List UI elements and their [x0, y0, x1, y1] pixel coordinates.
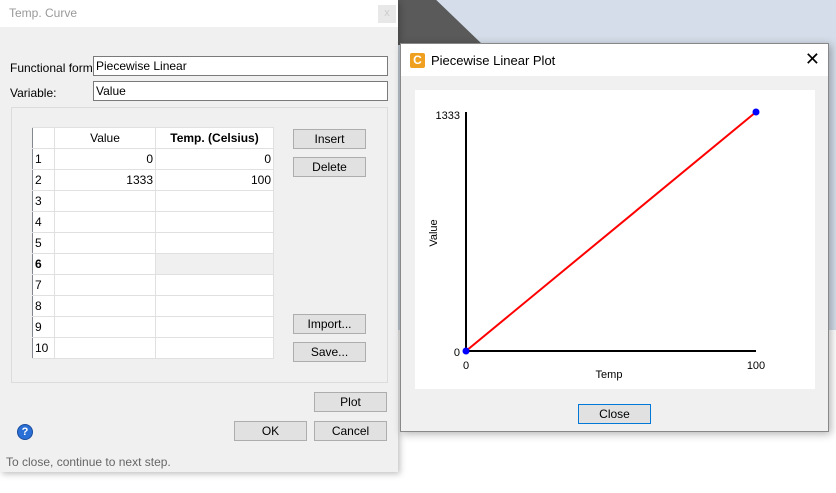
- row-number[interactable]: 9: [32, 316, 55, 338]
- save-button[interactable]: Save...: [293, 342, 366, 362]
- y-tick-max: 1333: [436, 110, 460, 122]
- table-header: Value Temp. (Celsius): [32, 127, 274, 149]
- table-row: 8: [32, 295, 274, 317]
- status-text: To close, continue to next step.: [6, 455, 171, 469]
- temp-cell[interactable]: 0: [155, 148, 274, 170]
- plot-area: 1333 0 0 100 Temp Value: [415, 90, 815, 389]
- temp-cell[interactable]: 100: [155, 169, 274, 191]
- x-tick-min: 0: [463, 360, 469, 372]
- column-header-value[interactable]: Value: [54, 127, 156, 149]
- plot-dialog-title: Piecewise Linear Plot: [431, 53, 556, 68]
- close-icon[interactable]: ✕: [805, 49, 820, 69]
- row-number[interactable]: 10: [32, 337, 55, 359]
- table-row: 4: [32, 211, 274, 233]
- ok-button[interactable]: OK: [234, 421, 307, 441]
- x-tick-max: 100: [747, 360, 765, 372]
- functional-form-field[interactable]: Piecewise Linear: [93, 56, 388, 76]
- delete-button[interactable]: Delete: [293, 157, 366, 177]
- temp-cell[interactable]: [155, 295, 274, 317]
- app-icon: C: [410, 53, 425, 68]
- temp-cell[interactable]: [155, 232, 274, 254]
- value-cell[interactable]: 0: [54, 148, 156, 170]
- table-row: 10: [32, 337, 274, 359]
- table-row: 2 1333 100: [32, 169, 274, 191]
- column-header-temp[interactable]: Temp. (Celsius): [155, 127, 274, 149]
- temp-curve-dialog: Temp. Curve x Functional form: Piecewise…: [0, 0, 398, 472]
- temp-cell[interactable]: [155, 190, 274, 212]
- row-number-header: [32, 127, 55, 149]
- functional-form-label: Functional form:: [10, 61, 97, 75]
- temp-cell[interactable]: [155, 337, 274, 359]
- x-axis-label: Temp: [596, 369, 623, 381]
- close-icon[interactable]: x: [378, 5, 396, 23]
- table-row: 100: [32, 148, 274, 170]
- table-row: 6: [32, 253, 274, 275]
- value-cell[interactable]: 1333: [54, 169, 156, 191]
- import-button[interactable]: Import...: [293, 314, 366, 334]
- y-tick-min: 0: [454, 347, 460, 359]
- value-cell[interactable]: [54, 253, 156, 275]
- row-number[interactable]: 3: [32, 190, 55, 212]
- value-cell[interactable]: [54, 316, 156, 338]
- row-number[interactable]: 6: [32, 253, 55, 275]
- table-row: 3: [32, 190, 274, 212]
- value-cell[interactable]: [54, 211, 156, 233]
- value-cell[interactable]: [54, 274, 156, 296]
- row-number[interactable]: 7: [32, 274, 55, 296]
- row-number[interactable]: 4: [32, 211, 55, 233]
- dialog-title: Temp. Curve: [9, 6, 78, 20]
- table-row: 9: [32, 316, 274, 338]
- value-cell[interactable]: [54, 337, 156, 359]
- value-cell[interactable]: [54, 232, 156, 254]
- temp-cell[interactable]: [155, 316, 274, 338]
- plot-button[interactable]: Plot: [314, 392, 387, 412]
- row-number[interactable]: 1: [32, 148, 55, 170]
- temp-cell[interactable]: [155, 274, 274, 296]
- value-cell[interactable]: [54, 190, 156, 212]
- data-point: [752, 108, 760, 116]
- data-point: [462, 347, 470, 355]
- help-icon[interactable]: ?: [17, 424, 33, 440]
- row-number[interactable]: 8: [32, 295, 55, 317]
- table-row: 7: [32, 274, 274, 296]
- y-axis-label: Value: [428, 219, 440, 246]
- table-row: 5: [32, 232, 274, 254]
- data-table: Value Temp. (Celsius) 1 0 0 2 1333 100 3 4 5 6 7 8 9…: [32, 127, 274, 359]
- plot-dialog: C Piecewise Linear Plot ✕ 1333 0 0 100 T…: [400, 43, 829, 432]
- row-number[interactable]: 5: [32, 232, 55, 254]
- close-button[interactable]: Close: [578, 404, 651, 424]
- chart-svg: 1333 0 0 100 Temp Value: [428, 108, 765, 381]
- title-bar: Temp. Curve x: [0, 0, 398, 27]
- insert-button[interactable]: Insert: [293, 129, 366, 149]
- plot-title-bar: C Piecewise Linear Plot ✕: [401, 44, 828, 76]
- variable-field[interactable]: Value: [93, 81, 388, 101]
- variable-label: Variable:: [10, 86, 57, 100]
- cancel-button[interactable]: Cancel: [314, 421, 387, 441]
- row-number[interactable]: 2: [32, 169, 55, 191]
- series-line: [465, 111, 757, 352]
- value-cell[interactable]: [54, 295, 156, 317]
- temp-cell[interactable]: [155, 211, 274, 233]
- temp-cell[interactable]: [155, 253, 274, 275]
